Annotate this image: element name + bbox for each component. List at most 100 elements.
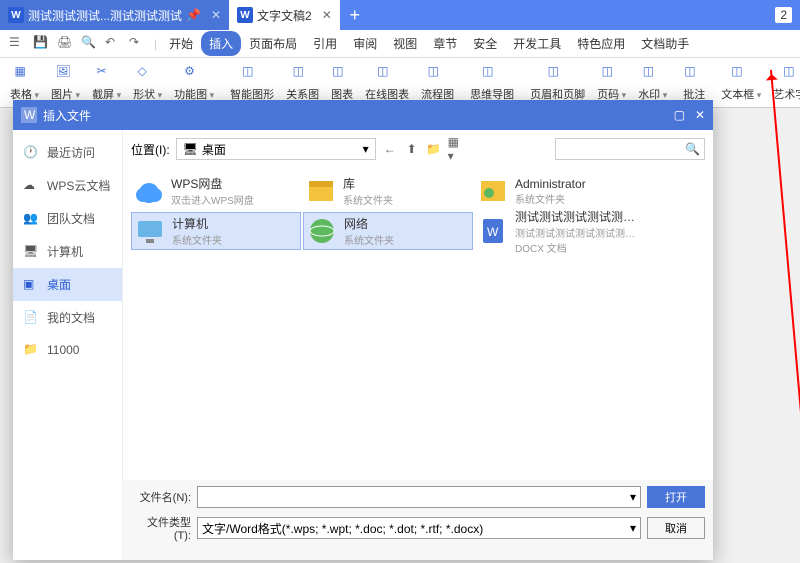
menu-特色应用[interactable]: 特色应用: [569, 31, 633, 56]
menu-icon[interactable]: ☰: [9, 35, 27, 53]
file-name: 库: [343, 175, 393, 192]
menu-插入[interactable]: 插入: [201, 31, 241, 56]
menu-视图[interactable]: 视图: [385, 31, 425, 56]
clock-icon: 🕐: [23, 145, 39, 161]
ribbon-label: 文本框: [721, 86, 761, 102]
ribbon-icon: 🖼: [56, 64, 76, 84]
sidebar-item-clock[interactable]: 🕐最近访问: [13, 136, 122, 169]
ribbon-icon: ◫: [731, 64, 751, 84]
menu-开始[interactable]: 开始: [161, 31, 201, 56]
file-item[interactable]: 计算机系统文件夹: [131, 212, 301, 250]
ribbon-艺术字[interactable]: ◫艺术字: [767, 60, 800, 106]
ribbon-icon: ◫: [482, 64, 502, 84]
file-name: 计算机: [172, 215, 222, 232]
sidebar-item-cloud[interactable]: ☁WPS云文档: [13, 169, 122, 202]
ribbon-icon: ◫: [783, 64, 800, 84]
net-icon: [306, 215, 338, 247]
view-icon[interactable]: ▦ ▾: [448, 141, 464, 157]
menu-文档助手[interactable]: 文档助手: [633, 31, 697, 56]
menubar: ☰ 💾 🖨 🔍 ↶ ↷ | 开始插入页面布局引用审阅视图章节安全开发工具特色应用…: [0, 30, 800, 58]
sidebar-item-docs[interactable]: 📄我的文档: [13, 301, 122, 334]
ribbon-icon: ✂: [97, 64, 117, 84]
chevron-down-icon: ▾: [630, 490, 636, 504]
docs-icon: 📄: [23, 310, 39, 326]
file-item[interactable]: WPS网盘双击进入WPS网盘: [131, 172, 301, 210]
search-input[interactable]: 🔍: [555, 138, 705, 160]
file-name: WPS网盘: [171, 175, 254, 192]
sidebar-item-label: WPS云文档: [47, 177, 110, 194]
close-icon[interactable]: ✕: [211, 8, 221, 22]
menu-审阅[interactable]: 审阅: [345, 31, 385, 56]
file-list: WPS网盘双击进入WPS网盘库系统文件夹Administrator系统文件夹计算…: [123, 168, 713, 480]
ribbon-icon: ⚙: [184, 64, 204, 84]
file-name: 测试测试测试测试测试测试测试: [515, 208, 643, 225]
filetype-label: 文件类型(T):: [131, 514, 191, 542]
folder-icon: 📁: [23, 342, 39, 358]
ribbon-文本框[interactable]: ◫ 文本框: [715, 60, 767, 106]
close-icon[interactable]: ✕: [695, 108, 705, 122]
sidebar-item-desktop[interactable]: ▣ 桌面: [13, 268, 122, 301]
tab-label: 测试测试测试...测试测试测试: [28, 7, 182, 24]
sidebar-item-team[interactable]: 👥团队文档: [13, 202, 122, 235]
new-tab-button[interactable]: +: [340, 0, 370, 30]
pin-icon[interactable]: 📌: [186, 8, 201, 22]
preview-icon[interactable]: 🔍: [81, 35, 99, 53]
ribbon-icon: ◫: [332, 64, 352, 84]
ribbon-icon: ◫: [242, 64, 262, 84]
dialog-title: 插入文件: [43, 107, 91, 124]
print-icon[interactable]: 🖨: [57, 35, 75, 53]
file-item[interactable]: Administrator系统文件夹: [475, 172, 645, 210]
back-icon[interactable]: ←: [382, 141, 398, 157]
ribbon-icon: ◫: [602, 64, 622, 84]
location-label: 位置(I):: [131, 141, 170, 158]
file-item[interactable]: W测试测试测试测试测试测试测试测试测试测试测试测试测试测试...DOCX 文档: [475, 212, 645, 250]
maximize-icon[interactable]: ▢: [674, 108, 685, 122]
file-name: Administrator: [515, 177, 586, 191]
lib-icon: [305, 175, 337, 207]
tab-label: 文字文稿2: [257, 7, 312, 24]
ribbon-icon: ◇: [138, 64, 158, 84]
menu-开发工具[interactable]: 开发工具: [505, 31, 569, 56]
pc-icon: [134, 215, 166, 247]
up-icon[interactable]: ⬆: [404, 141, 420, 157]
menu-章节[interactable]: 章节: [425, 31, 465, 56]
menu-安全[interactable]: 安全: [465, 31, 505, 56]
filename-label: 文件名(N):: [131, 489, 191, 505]
file-item[interactable]: 库系统文件夹: [303, 172, 473, 210]
svg-text:W: W: [24, 108, 36, 122]
location-select[interactable]: 🖥 桌面 ▾: [176, 138, 376, 160]
file-item[interactable]: 网络系统文件夹: [303, 212, 473, 250]
undo-icon[interactable]: ↶: [105, 35, 123, 53]
tab-doc2[interactable]: W 文字文稿2 ✕: [229, 0, 340, 30]
search-icon: 🔍: [685, 142, 700, 156]
chevron-down-icon: ▾: [363, 142, 369, 156]
sidebar-item-computer[interactable]: 🖥计算机: [13, 235, 122, 268]
ribbon-icon: ▦: [15, 64, 35, 84]
menu-页面布局[interactable]: 页面布局: [241, 31, 305, 56]
desktop-icon: ▣: [23, 277, 39, 293]
redo-icon[interactable]: ↷: [129, 35, 147, 53]
tab-doc1[interactable]: W 测试测试测试...测试测试测试 📌 ✕: [0, 0, 229, 30]
sidebar-item-folder[interactable]: 📁 11000: [13, 334, 122, 366]
computer-icon: 🖥: [23, 244, 39, 260]
ribbon-icon: ◫: [377, 64, 397, 84]
svg-text:W: W: [487, 225, 499, 239]
menu-引用[interactable]: 引用: [305, 31, 345, 56]
ribbon-icon: ◫: [293, 64, 313, 84]
filename-input[interactable]: ▾: [197, 486, 641, 508]
filetype-select[interactable]: 文字/Word格式(*.wps; *.wpt; *.doc; *.dot; *.…: [197, 517, 641, 539]
cancel-button[interactable]: 取消: [647, 517, 705, 539]
page-indicator: 2: [775, 7, 792, 23]
sidebar-item-label: 桌面: [47, 276, 71, 293]
close-icon[interactable]: ✕: [322, 8, 332, 22]
new-folder-icon[interactable]: 📁: [426, 141, 442, 157]
chevron-down-icon: ▾: [630, 521, 636, 535]
titlebar: W 测试测试测试...测试测试测试 📌 ✕ W 文字文稿2 ✕ + 2: [0, 0, 800, 30]
app-icon: W: [237, 7, 253, 23]
sidebar-item-label: 11000: [47, 343, 79, 357]
save-icon[interactable]: 💾: [33, 35, 51, 53]
open-button[interactable]: 打开: [647, 486, 705, 508]
file-name: 网络: [344, 215, 394, 232]
insert-file-dialog: W 插入文件 ▢ ✕ 🕐最近访问☁WPS云文档👥团队文档🖥计算机▣桌面📄我的文档…: [13, 100, 713, 560]
team-icon: 👥: [23, 211, 39, 227]
